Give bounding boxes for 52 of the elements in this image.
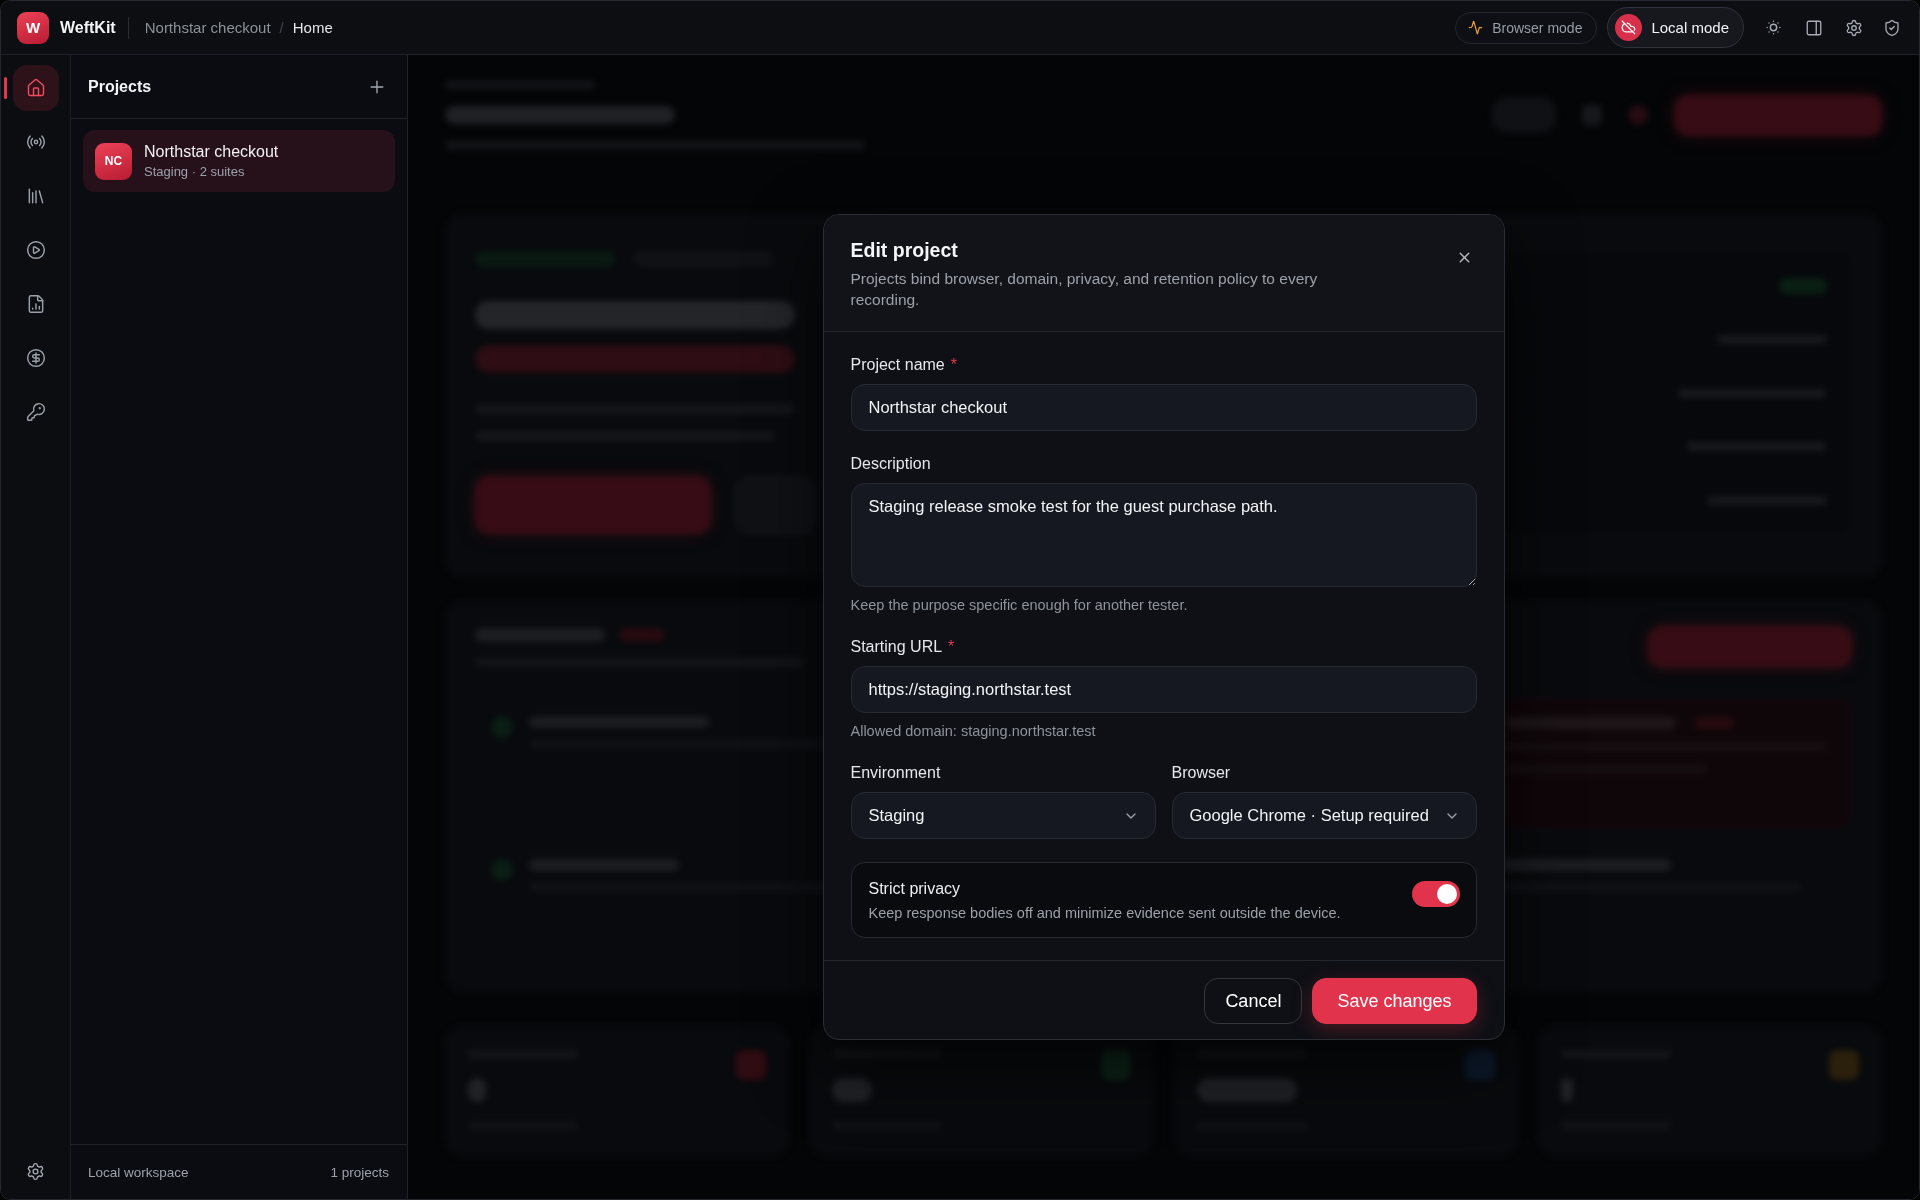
nav-button[interactable] xyxy=(12,65,59,111)
app-name: WeftKit xyxy=(60,18,116,37)
pulse-icon xyxy=(1468,20,1484,35)
panel-title: Projects xyxy=(88,77,152,96)
project-avatar: NC xyxy=(95,142,132,180)
field-label: Starting URL * xyxy=(850,637,956,657)
browser-mode-button[interactable]: Browser mode xyxy=(1455,11,1598,44)
cancel-button[interactable]: Cancel xyxy=(1204,978,1303,1024)
settings-icon[interactable] xyxy=(1845,18,1863,37)
breadcrumb-separator: / xyxy=(279,19,284,36)
settings-icon[interactable] xyxy=(26,1162,45,1181)
project-meta: Staging · 2 suites xyxy=(144,164,246,179)
text-input[interactable]: https://staging.northstar.test xyxy=(850,666,1477,713)
app-logo: W xyxy=(17,11,49,44)
side-panel-icon[interactable] xyxy=(1805,18,1823,37)
dollar-circle-icon xyxy=(25,348,46,368)
blurred-tile-icon xyxy=(1464,1050,1495,1080)
blurred-tile-icon xyxy=(1829,1050,1859,1080)
blurred-badge xyxy=(619,627,665,642)
project-count: 1 projects xyxy=(330,1164,389,1180)
privacy-toggle[interactable] xyxy=(1411,881,1460,907)
text-input[interactable]: Northstar checkout xyxy=(850,384,1477,431)
dialog-description: Projects bind browser, domain, privacy, and retention policy to every recording. xyxy=(850,269,1319,310)
project-item[interactable]: NC Northstar checkout Staging · 2 suites xyxy=(83,130,395,192)
blurred-text-line xyxy=(468,1078,486,1102)
dialog-title: Edit project xyxy=(850,238,959,263)
field-hint: Keep the purpose specific enough for another tester. xyxy=(850,596,1189,614)
shield-check-icon[interactable] xyxy=(1883,18,1901,37)
save-button[interactable]: Save changes xyxy=(1312,978,1477,1024)
blurred-dot-icon xyxy=(1628,105,1648,125)
local-mode-button[interactable]: Local mode xyxy=(1607,7,1744,48)
privacy-title: Strict privacy xyxy=(868,879,962,899)
blurred-text-line xyxy=(832,1078,873,1102)
select-field[interactable]: Google Chrome · Setup required xyxy=(1171,792,1477,839)
breadcrumb-link[interactable]: Northstar checkout xyxy=(144,19,271,36)
field-hint: Allowed domain: staging.northstar.test xyxy=(850,722,1097,740)
privacy-description: Keep response bodies off and minimize evidence sent outside the device. xyxy=(868,904,1341,922)
workspace-label: Local workspace xyxy=(88,1164,189,1180)
cloud-off-icon xyxy=(1615,14,1643,41)
select-field[interactable]: Staging xyxy=(850,792,1156,839)
field-label: Browser xyxy=(1171,763,1232,783)
key-icon xyxy=(25,402,46,422)
house-icon xyxy=(25,78,46,98)
field-label: Environment xyxy=(850,763,942,783)
field-label: Project name * xyxy=(850,355,958,375)
play-circle-icon xyxy=(25,240,46,260)
field-label: Description xyxy=(850,454,932,474)
sun-icon[interactable] xyxy=(1764,18,1783,37)
blurred-tile-icon xyxy=(736,1050,767,1080)
textarea-field[interactable]: Staging release smoke test for the guest purchase path. xyxy=(850,483,1477,587)
project-name: Northstar checkout xyxy=(144,143,279,161)
breadcrumb-link[interactable]: Home xyxy=(292,19,333,36)
